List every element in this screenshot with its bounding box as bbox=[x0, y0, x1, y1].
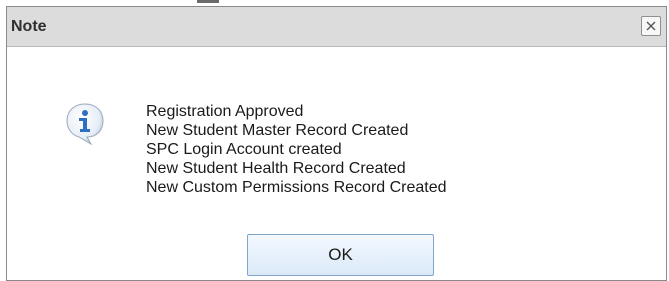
info-icon bbox=[66, 103, 104, 146]
dialog-title: Note bbox=[11, 18, 47, 35]
background-tab-edge bbox=[197, 0, 219, 3]
close-button[interactable] bbox=[641, 16, 661, 36]
message-line: Registration Approved bbox=[146, 103, 304, 120]
message-line: New Student Health Record Created bbox=[146, 160, 406, 177]
note-dialog: Note Registration Approved New Student M… bbox=[6, 6, 667, 281]
message-line: New Student Master Record Created bbox=[146, 122, 409, 139]
dialog-body: Registration Approved New Student Master… bbox=[7, 47, 666, 280]
ok-button[interactable]: OK bbox=[247, 234, 434, 276]
message-line: SPC Login Account created bbox=[146, 141, 342, 158]
message-list: Registration Approved New Student Master… bbox=[146, 102, 447, 197]
message-line: New Custom Permissions Record Created bbox=[146, 179, 447, 196]
dialog-titlebar: Note bbox=[7, 7, 666, 47]
close-icon bbox=[646, 21, 656, 31]
